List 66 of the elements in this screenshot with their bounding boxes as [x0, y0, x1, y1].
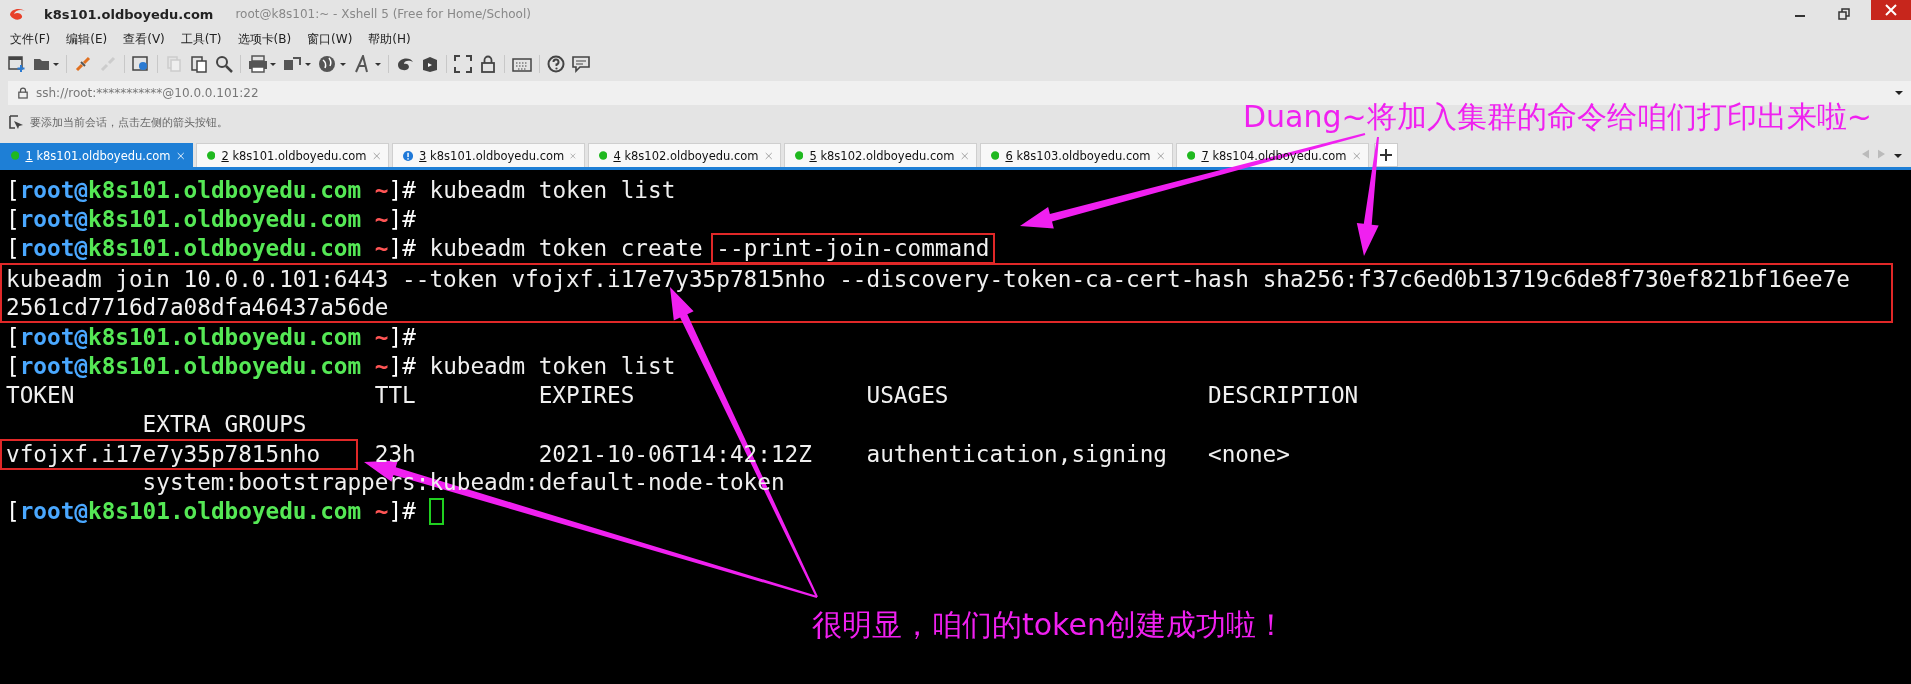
- lock-icon[interactable]: [479, 55, 497, 73]
- menu-item[interactable]: 文件(F): [10, 30, 51, 48]
- command-text: kubeadm token create: [429, 234, 703, 263]
- shell-prompt: [root@k8s101.oldboyedu.com ~]#: [6, 176, 416, 205]
- status-dot-icon: [795, 151, 804, 160]
- status-dot-icon: [207, 151, 216, 160]
- status-dot-icon: [599, 151, 608, 160]
- address-text: ssh://root:***********@10.0.0.101:22: [36, 86, 259, 100]
- menu-item[interactable]: 帮助(H): [368, 30, 411, 48]
- settings-icon[interactable]: [132, 55, 150, 73]
- session-tab[interactable]: 5 k8s102.oldboyedu.com: [784, 143, 977, 167]
- table-cell: 23h: [374, 441, 416, 467]
- new-session-icon[interactable]: [8, 55, 26, 73]
- lock-icon: [18, 87, 28, 99]
- printer-icon[interactable]: [248, 55, 276, 73]
- search-icon[interactable]: [215, 55, 233, 73]
- paste-icon[interactable]: [190, 55, 208, 73]
- session-tab[interactable]: 3 k8s101.oldboyedu.com: [392, 143, 585, 167]
- menu-item[interactable]: 查看(V): [123, 30, 165, 48]
- highlighted-output: kubeadm join 10.0.0.101:6443 --token vfojxf.i17e7y35p7815nho --discovery-token-ca-cert-hash sha256:f37c6ed0b13719c6de8f730ef821bf16ee7e 2561cd7716d7a08dfa46437a56de: [0, 263, 1893, 323]
- command-text: kubeadm token list: [429, 176, 676, 205]
- menu-item[interactable]: 选项卡(B): [237, 30, 292, 48]
- table-cell: TOKEN: [6, 382, 75, 408]
- restore-icon[interactable]: [1837, 7, 1851, 21]
- shell-prompt: [root@k8s101.oldboyedu.com ~]#: [6, 323, 416, 352]
- status-dot-icon: [1187, 151, 1196, 160]
- menu-item[interactable]: 编辑(E): [66, 30, 108, 48]
- status-dot-icon: [991, 151, 1000, 160]
- chat-icon[interactable]: [572, 55, 590, 73]
- command-text: kubeadm token list: [429, 352, 676, 381]
- arrow-icon[interactable]: [8, 114, 24, 130]
- table-cell: authentication,signing: [866, 441, 1167, 467]
- table-cell: EXTRA GROUPS: [142, 410, 307, 439]
- hint-text: 要添加当前会话，点击左侧的箭头按钮。: [30, 114, 228, 130]
- table-cell: TTL: [374, 382, 416, 408]
- shell-prompt: [root@k8s101.oldboyedu.com ~]#: [6, 352, 416, 381]
- shell-prompt: [root@k8s101.oldboyedu.com ~]#: [6, 205, 416, 234]
- highlighted-argument: --print-join-command: [711, 233, 995, 264]
- close-icon[interactable]: [1871, 0, 1911, 20]
- highlighted-token: vfojxf.i17e7y35p7815nho: [0, 439, 359, 470]
- fullscreen-icon[interactable]: [454, 55, 472, 73]
- status-dot-icon: [11, 151, 20, 160]
- caret-icon[interactable]: [1894, 153, 1902, 159]
- shell-prompt: [root@k8s101.oldboyedu.com ~]#: [6, 497, 416, 526]
- table-cell: USAGES: [866, 382, 949, 408]
- window-subtitle: root@k8s101:~ - Xshell 5 (Free for Home/School): [235, 7, 531, 21]
- session-tab[interactable]: 6 k8s103.oldboyedu.com: [980, 143, 1173, 167]
- menu-item[interactable]: 工具(T): [180, 30, 222, 48]
- font-icon[interactable]: [353, 55, 381, 73]
- keyboard-icon[interactable]: [512, 55, 532, 73]
- info-icon: [403, 148, 414, 163]
- shell-prompt: [root@k8s101.oldboyedu.com ~]#: [6, 234, 416, 263]
- window-title: k8s101.oldboyedu.com: [44, 6, 214, 22]
- caret-icon[interactable]: [1895, 90, 1903, 96]
- session-tab[interactable]: 1 k8s101.oldboyedu.com: [0, 143, 193, 167]
- link-icon[interactable]: [74, 55, 92, 73]
- globe-icon[interactable]: [318, 55, 346, 73]
- session-tab[interactable]: 2 k8s101.oldboyedu.com: [196, 143, 389, 167]
- annotation-text: Duang~将加入集群的命令给咱们打印出来啦~: [1243, 102, 1872, 132]
- table-cell: EXPIRES: [538, 382, 635, 408]
- table-cell: DESCRIPTION: [1207, 382, 1359, 408]
- help-icon[interactable]: [547, 55, 565, 73]
- session-tab[interactable]: 4 k8s102.oldboyedu.com: [588, 143, 781, 167]
- menu-item[interactable]: 窗口(W): [307, 30, 353, 48]
- table-cell: <none>: [1207, 441, 1290, 467]
- annotation-text: 很明显，咱们的token创建成功啦！: [812, 610, 1286, 640]
